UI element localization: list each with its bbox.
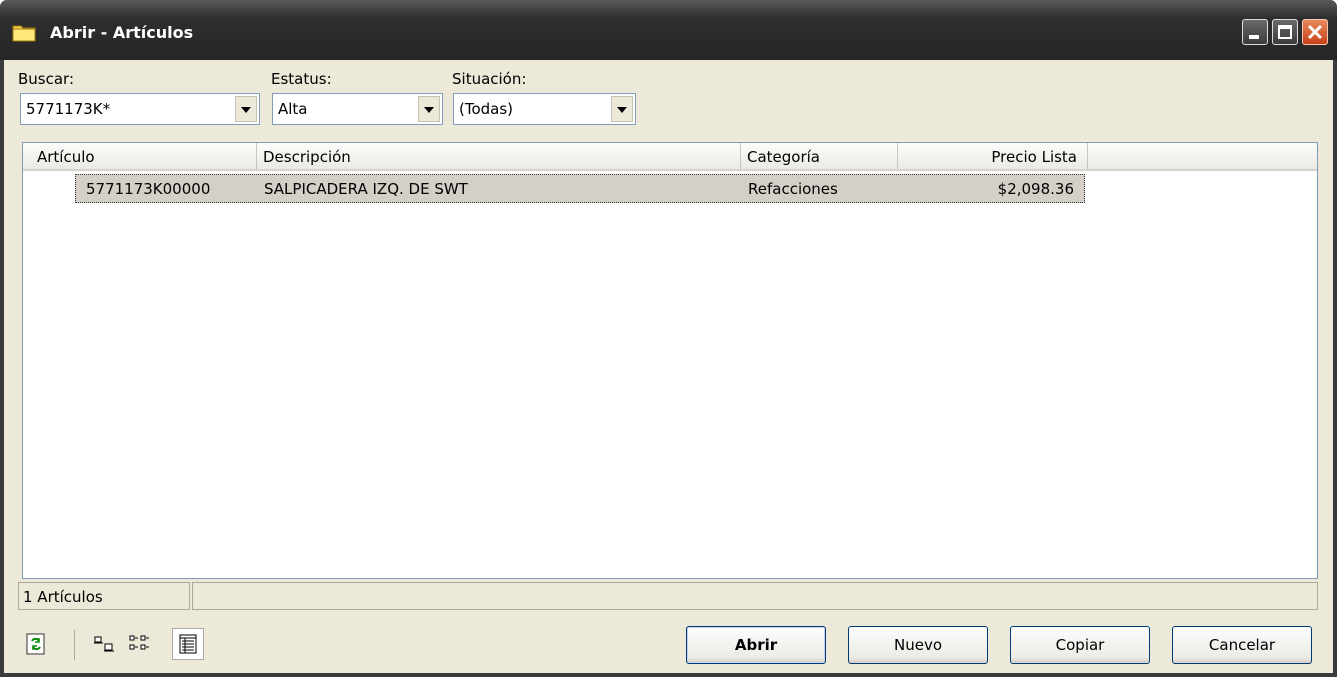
status-panel-count: 1 Artículos	[18, 582, 190, 610]
estatus-label: Estatus:	[271, 70, 332, 88]
buscar-combobox[interactable]: 5771173K*	[20, 93, 260, 125]
situacion-dropdown-icon[interactable]	[611, 96, 633, 122]
column-header-articulo[interactable]: Artículo	[23, 143, 257, 171]
folder-icon	[12, 22, 36, 42]
estatus-combobox[interactable]: Alta	[272, 93, 443, 125]
maximize-button[interactable]	[1272, 19, 1298, 45]
list-view-icon[interactable]	[128, 632, 152, 656]
cell-articulo: 5771173K00000	[86, 180, 211, 198]
column-header-filler	[1088, 143, 1317, 171]
articles-list[interactable]: Artículo Descripción Categoría Precio Li…	[22, 142, 1318, 579]
buscar-value: 5771173K*	[26, 100, 111, 118]
column-header-categoria[interactable]: Categoría	[741, 143, 898, 171]
toolbar-separator	[74, 630, 75, 660]
window-title: Abrir - Artículos	[50, 23, 194, 42]
situacion-combobox[interactable]: (Todas)	[453, 93, 636, 125]
open-button[interactable]: Abrir	[686, 626, 826, 664]
bottom-toolbar: Abrir Nuevo Copiar Cancelar	[14, 618, 1329, 668]
maximize-icon	[1278, 25, 1292, 39]
title-bar[interactable]: Abrir - Artículos	[0, 0, 1337, 60]
dialog-body: Buscar: 5771173K* Estatus: Alta Situació…	[4, 60, 1333, 673]
open-articles-window: Abrir - Artículos Buscar: 5771173K* Esta…	[0, 0, 1337, 677]
situacion-label: Situación:	[452, 70, 527, 88]
close-icon	[1307, 24, 1323, 40]
refresh-icon[interactable]	[24, 632, 48, 656]
table-row[interactable]: 5771173K00000 SALPICADERA IZQ. DE SWT Re…	[75, 174, 1085, 203]
cancel-button[interactable]: Cancelar	[1172, 626, 1312, 664]
buscar-dropdown-icon[interactable]	[235, 96, 257, 122]
estatus-dropdown-icon[interactable]	[418, 96, 440, 122]
status-panel	[192, 582, 1318, 610]
cell-precio-lista: $2,098.36	[997, 180, 1074, 198]
situacion-value: (Todas)	[459, 100, 514, 118]
column-header-label: Precio Lista	[991, 148, 1077, 166]
buscar-label: Buscar:	[18, 70, 75, 88]
small-icons-view-icon[interactable]	[92, 632, 116, 656]
close-button[interactable]	[1302, 19, 1328, 45]
cell-descripcion: SALPICADERA IZQ. DE SWT	[264, 180, 468, 198]
details-view-icon[interactable]	[172, 628, 204, 660]
status-bar: 1 Artículos	[18, 582, 1318, 610]
cell-categoria: Refacciones	[748, 180, 838, 198]
column-header-label: Artículo	[37, 148, 95, 166]
column-header-label: Descripción	[263, 148, 351, 166]
minimize-button[interactable]	[1242, 19, 1268, 45]
status-count: 1 Artículos	[23, 588, 103, 606]
copy-button[interactable]: Copiar	[1010, 626, 1150, 664]
estatus-value: Alta	[278, 100, 308, 118]
minimize-icon	[1249, 35, 1259, 39]
column-header-precio-lista[interactable]: Precio Lista	[898, 143, 1088, 171]
column-header-descripcion[interactable]: Descripción	[257, 143, 741, 171]
new-button[interactable]: Nuevo	[848, 626, 988, 664]
column-header-label: Categoría	[747, 148, 821, 166]
